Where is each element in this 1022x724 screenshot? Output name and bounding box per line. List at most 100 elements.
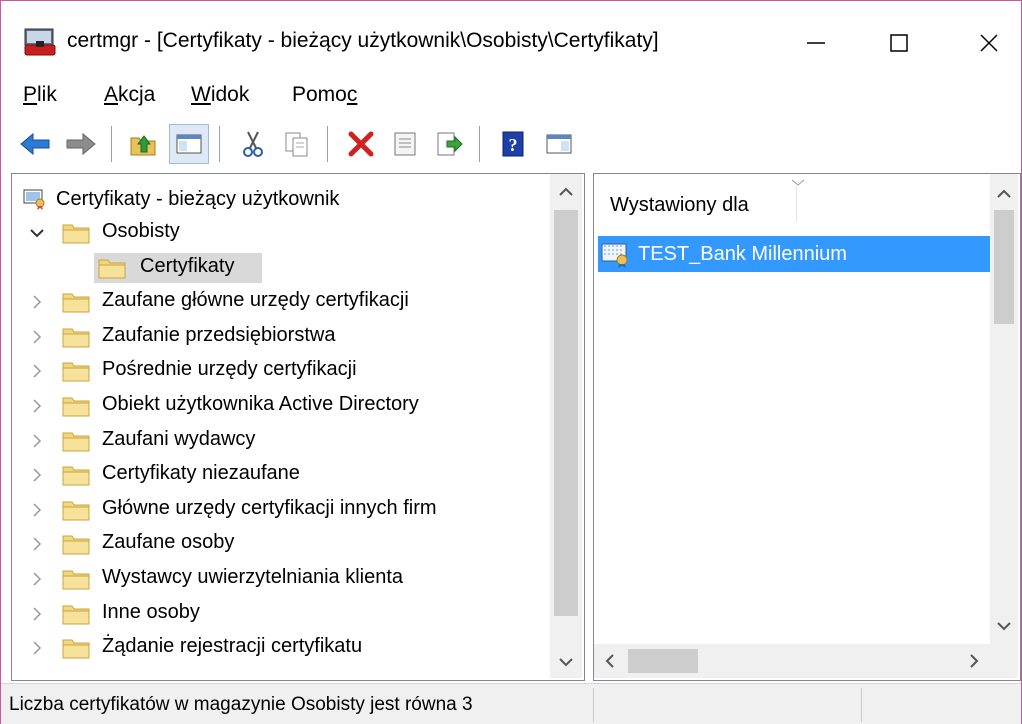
properties-button[interactable]: [385, 124, 425, 164]
scroll-right-icon: [970, 654, 979, 668]
tree-item[interactable]: Zaufane główne urzędy certyfikacji: [12, 285, 548, 319]
tree-item[interactable]: Główne urzędy certyfikacji innych firm: [12, 493, 548, 527]
certificate-store-icon: [23, 189, 45, 210]
list-row-selected[interactable]: TEST_Bank Millennium: [598, 236, 990, 272]
expand-chevron-right-icon[interactable]: [28, 293, 46, 311]
results-pane[interactable]: Wystawiony dla TEST_Bank Millennium: [593, 173, 1021, 681]
sort-chevron-icon: [791, 179, 805, 186]
tree-item-label: Zaufane osoby: [102, 531, 235, 554]
menu-widok[interactable]: Widok: [191, 83, 249, 107]
list-hscroll-thumb[interactable]: [628, 649, 698, 673]
tree-item-label: Certyfikaty: [140, 254, 235, 277]
menu-plik[interactable]: Plik: [23, 83, 57, 107]
folder-icon: [62, 533, 90, 555]
scrollbar-corner: [990, 644, 1018, 678]
cut-button[interactable]: [233, 124, 273, 164]
toolbar: ?: [1, 118, 1021, 170]
expand-chevron-right-icon[interactable]: [28, 570, 46, 588]
help-icon: ?: [502, 131, 524, 157]
toolbar-separator: [327, 126, 331, 162]
tree-item[interactable]: Obiekt użytkownika Active Directory: [12, 389, 548, 423]
certificate-name: TEST_Bank Millennium: [638, 242, 847, 265]
up-one-level-button[interactable]: [123, 124, 163, 164]
help-button[interactable]: ?: [493, 124, 533, 164]
forward-button[interactable]: [61, 124, 101, 164]
export-list-button[interactable]: [429, 124, 469, 164]
expand-chevron-right-icon[interactable]: [28, 466, 46, 484]
expand-chevron-right-icon[interactable]: [28, 605, 46, 623]
show-hide-console-tree-button[interactable]: [169, 124, 209, 164]
column-header-issued-to[interactable]: Wystawiony dla: [610, 194, 749, 217]
tree-item[interactable]: Osobisty: [12, 216, 548, 250]
tree-item[interactable]: Certyfikaty: [12, 251, 548, 285]
up-folder-icon: [130, 135, 156, 156]
minimize-icon: [807, 42, 825, 44]
copy-button[interactable]: [277, 124, 317, 164]
folder-icon: [62, 603, 90, 625]
folder-icon: [62, 395, 90, 417]
certificate-icon: [601, 243, 628, 268]
expand-chevron-right-icon[interactable]: [28, 501, 46, 519]
tree-item-label: Zaufani wydawcy: [102, 427, 256, 450]
tree-item-label: Pośrednie urzędy certyfikacji: [102, 358, 357, 381]
folder-icon: [62, 326, 90, 348]
tree-item-label: Obiekt użytkownika Active Directory: [102, 393, 419, 415]
close-icon: [980, 34, 998, 52]
export-list-icon: [437, 132, 463, 156]
scroll-up-icon: [559, 187, 573, 196]
folder-icon: [62, 499, 90, 521]
back-button[interactable]: [15, 124, 55, 164]
properties-icon: [394, 132, 416, 156]
folder-icon: [62, 360, 90, 382]
folder-icon: [62, 464, 90, 486]
status-text: Liczba certyfikatów w magazynie Osobisty…: [9, 694, 473, 715]
title-bar[interactable]: certmgr - [Certyfikaty - bieżący użytkow…: [1, 1, 1021, 73]
maximize-button[interactable]: [869, 15, 929, 71]
folder-icon: [62, 430, 90, 452]
console-tree-pane[interactable]: Certyfikaty - bieżący użytkownik Osobist…: [11, 173, 585, 681]
close-button[interactable]: [959, 15, 1019, 71]
scroll-down-icon: [997, 622, 1011, 631]
status-divider: [861, 688, 862, 722]
delete-button[interactable]: [341, 124, 381, 164]
list-horizontal-scrollbar[interactable]: [594, 644, 990, 678]
expand-chevron-right-icon[interactable]: [28, 397, 46, 415]
list-scroll-thumb[interactable]: [994, 210, 1014, 324]
expand-chevron-right-icon[interactable]: [28, 328, 46, 346]
toolbar-separator: [111, 126, 115, 162]
tree-scroll-thumb[interactable]: [554, 210, 578, 616]
cut-icon: [243, 131, 263, 157]
window-title: certmgr - [Certyfikaty - bieżący użytkow…: [67, 29, 659, 52]
show-hide-action-pane-button[interactable]: [539, 124, 579, 164]
copy-icon: [285, 132, 308, 157]
minimize-button[interactable]: [786, 15, 846, 71]
expand-chevron-right-icon[interactable]: [28, 639, 46, 657]
expand-chevron-right-icon[interactable]: [28, 362, 46, 380]
tree-item[interactable]: Inne osoby: [12, 597, 548, 631]
menu-pomoc[interactable]: Pomoc: [292, 83, 357, 107]
tree-item[interactable]: Zaufani wydawcy: [12, 424, 548, 458]
expand-chevron-right-icon[interactable]: [28, 535, 46, 553]
column-divider: [796, 186, 797, 222]
tree-root[interactable]: Certyfikaty - bieżący użytkownik: [22, 182, 339, 216]
forward-arrow-icon: [66, 132, 96, 156]
tree-item[interactable]: Żądanie rejestracji certyfikatu: [12, 631, 548, 665]
tree-item[interactable]: Pośrednie urzędy certyfikacji: [12, 354, 548, 388]
folder-icon: [62, 291, 90, 313]
tree-item[interactable]: Certyfikaty niezaufane: [12, 458, 548, 492]
expand-chevron-right-icon[interactable]: [28, 432, 46, 450]
tree-item-label: Osobisty: [102, 220, 180, 242]
menu-akcja[interactable]: Akcja: [104, 83, 155, 107]
column-header-row: Wystawiony dla: [594, 174, 990, 224]
scroll-down-icon: [559, 658, 573, 667]
list-vertical-scrollbar[interactable]: [990, 174, 1018, 644]
tree-item[interactable]: Zaufanie przedsiębiorstwa: [12, 320, 548, 354]
tree-item[interactable]: Wystawcy uwierzytelniania klienta: [12, 562, 548, 596]
folder-icon: [98, 257, 126, 279]
folder-icon: [62, 568, 90, 590]
status-bar: Liczba certyfikatów w magazynie Osobisty…: [1, 683, 1021, 724]
tree-vertical-scrollbar[interactable]: [550, 174, 582, 678]
toolbar-separator: [479, 126, 483, 162]
tree-item[interactable]: Zaufane osoby: [12, 527, 548, 561]
expand-chevron-down-icon[interactable]: [28, 224, 46, 242]
